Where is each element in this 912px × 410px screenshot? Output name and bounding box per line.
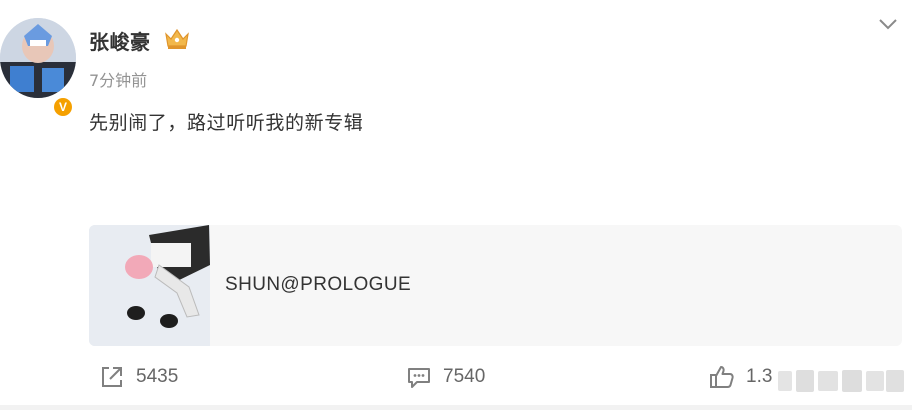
chevron-down-icon[interactable]	[874, 12, 902, 36]
avatar[interactable]: V	[0, 18, 76, 118]
verified-icon: V	[52, 96, 74, 118]
album-card[interactable]: SHUN@PROLOGUE	[89, 225, 902, 346]
avatar-image	[0, 18, 76, 98]
thumbs-up-icon	[708, 363, 736, 391]
like-count: 1.3	[746, 366, 773, 387]
post-time[interactable]: 7分钟前	[89, 67, 147, 91]
post-text: 先别闹了，路过听听我的新专辑	[89, 112, 364, 134]
author-name[interactable]: 张峻豪	[89, 26, 151, 55]
crown-badge-icon[interactable]	[163, 26, 191, 52]
comment-icon	[405, 363, 433, 391]
album-cover-image	[89, 225, 210, 346]
comment-button[interactable]: 7540	[405, 362, 485, 392]
divider	[0, 405, 912, 410]
share-button[interactable]: 5435	[98, 362, 178, 392]
comment-count: 7540	[443, 366, 486, 387]
like-button[interactable]: 1.3	[708, 362, 772, 392]
share-count: 5435	[136, 366, 179, 387]
watermark-logo	[778, 368, 906, 394]
album-card-title: SHUN@PROLOGUE	[225, 274, 412, 295]
share-icon	[98, 363, 126, 391]
